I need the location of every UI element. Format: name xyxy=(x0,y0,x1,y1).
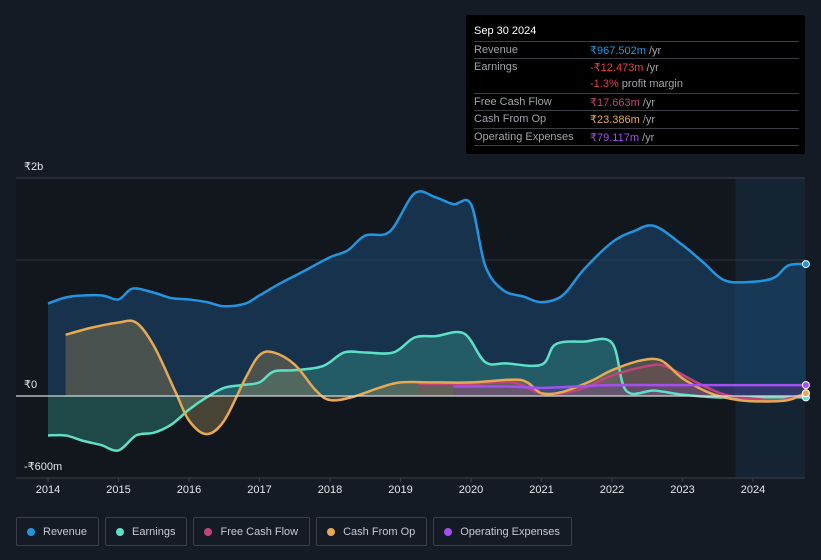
x-tick-label: 2022 xyxy=(599,484,625,496)
legend-item-operating-expenses[interactable]: Operating Expenses xyxy=(433,517,572,546)
tooltip-row: Operating Expenses ₹79.117m /yr xyxy=(474,127,799,146)
tooltip-label: Earnings xyxy=(474,61,518,74)
legend-dot-icon xyxy=(444,527,453,536)
operating-expenses-end-marker xyxy=(801,381,810,390)
x-tick-label: 2021 xyxy=(529,484,554,496)
tooltip-label: Cash From Op xyxy=(474,113,547,126)
legend-item-cash-from-op[interactable]: Cash From Op xyxy=(316,517,428,546)
legend-item-free-cash-flow[interactable]: Free Cash Flow xyxy=(193,517,311,546)
legend-label: Operating Expenses xyxy=(460,525,560,538)
tooltip-value: -₹12.473m /yr xyxy=(590,62,659,75)
legend-dot-icon xyxy=(327,527,336,536)
tooltip-row: Revenue ₹967.502m /yr xyxy=(474,41,799,59)
tooltip-row: -1.3% profit margin xyxy=(474,76,799,93)
legend-item-earnings[interactable]: Earnings xyxy=(105,517,188,546)
cash-from-op-end-marker xyxy=(801,389,810,398)
revenue-end-marker xyxy=(801,260,810,269)
x-tick-label: 2017 xyxy=(247,484,272,496)
tooltip-value: ₹79.117m /yr xyxy=(590,131,655,144)
tooltip-value: ₹967.502m /yr xyxy=(590,45,662,57)
legend-label: Earnings xyxy=(132,525,176,538)
x-tick-label: 2023 xyxy=(670,484,695,496)
tooltip-date: Sep 30 2024 xyxy=(474,25,537,37)
tooltip-value: ₹23.386m /yr xyxy=(590,114,656,127)
tooltip-divider xyxy=(474,144,799,163)
y-tick-label: -₹600m xyxy=(24,461,63,473)
x-tick-label: 2014 xyxy=(35,484,61,496)
y-tick-label: ₹0 xyxy=(24,379,38,391)
y-tick-label: ₹2b xyxy=(24,161,44,173)
tooltip-label: Revenue xyxy=(474,44,519,56)
x-tick-label: 2020 xyxy=(458,484,484,496)
legend-item-revenue[interactable]: Revenue xyxy=(16,517,100,546)
x-tick-label: 2015 xyxy=(106,484,131,496)
tooltip-label: Operating Expenses xyxy=(474,130,574,143)
tooltip-row: Free Cash Flow ₹17.663m /yr xyxy=(474,92,799,111)
legend-dot-icon xyxy=(204,527,213,536)
legend-label: Cash From Op xyxy=(343,525,416,538)
tooltip-label: Free Cash Flow xyxy=(474,95,552,108)
tooltip: Sep 30 2024 Revenue ₹967.502m /yr Earnings… xyxy=(466,15,805,154)
legend-label: Revenue xyxy=(43,525,88,538)
tooltip-row: Earnings -₹12.473m /yr xyxy=(474,58,799,76)
legend-dot-icon xyxy=(27,527,35,536)
tooltip-value: ₹17.663m /yr xyxy=(590,96,656,109)
x-tick-label: 2016 xyxy=(176,484,202,496)
x-tick-label: 2018 xyxy=(317,484,343,496)
tooltip-value: -1.3% profit margin xyxy=(590,77,683,90)
x-tick-label: 2019 xyxy=(388,484,413,496)
legend-label: Free Cash Flow xyxy=(220,525,299,538)
legend-dot-icon xyxy=(116,527,125,536)
legend: Revenue Earnings Free Cash Flow Cash From O… xyxy=(16,517,572,546)
tooltip-row: Cash From Op ₹23.386m /yr xyxy=(474,110,799,128)
x-tick-label: 2024 xyxy=(740,484,766,496)
